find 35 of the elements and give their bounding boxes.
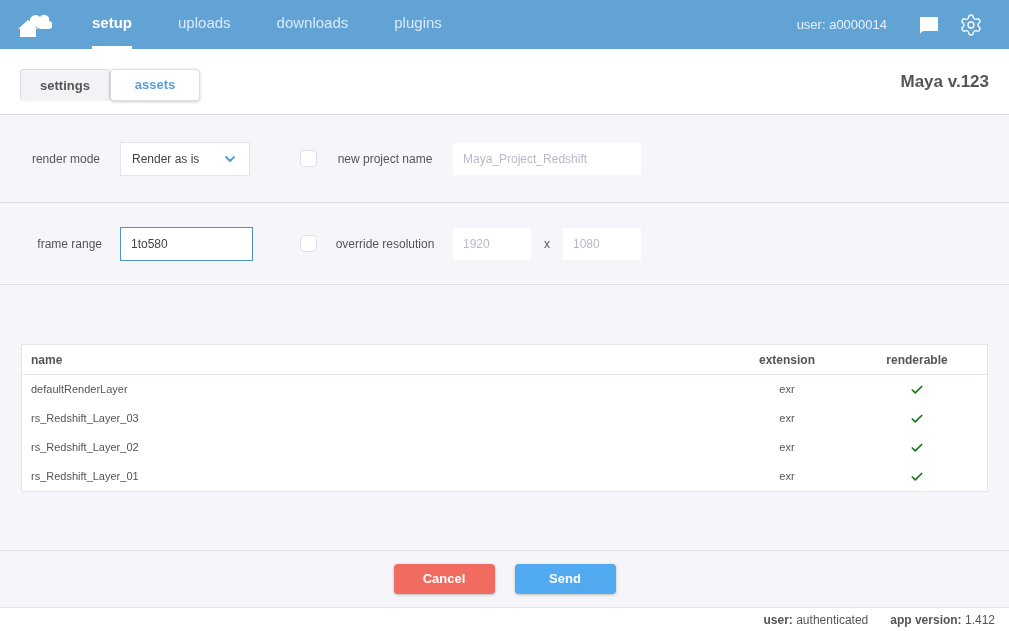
tab[interactable]: settings xyxy=(20,69,110,101)
table-cell-text: exr xyxy=(778,440,796,456)
settings-icon[interactable] xyxy=(959,12,983,37)
field-label: new project name xyxy=(336,150,434,168)
nav-tab[interactable]: uploads xyxy=(178,0,231,49)
cancel-button[interactable]: Cancel xyxy=(393,564,495,594)
column-header: extension xyxy=(758,351,816,369)
checkbox[interactable] xyxy=(300,150,317,167)
field-label: override resolution xyxy=(334,235,436,253)
app-title: Maya v.123 xyxy=(900,71,989,93)
table-cell-text: exr xyxy=(778,411,796,427)
column-header: renderable xyxy=(885,351,949,369)
height-field[interactable]: 1080 xyxy=(563,227,641,260)
table-cell-text: exr xyxy=(778,469,796,485)
nav-tab[interactable]: plugins xyxy=(394,0,442,49)
separator-label: x xyxy=(543,235,551,253)
nav-tab[interactable]: downloads xyxy=(276,0,349,49)
table-cell-text: exr xyxy=(778,382,796,398)
width-field[interactable]: 1920 xyxy=(453,227,531,260)
table-cell-text: defaultRenderLayer xyxy=(30,382,129,398)
render-mode-dropdown[interactable]: Render as is xyxy=(120,141,250,176)
field-label: render mode xyxy=(30,150,101,168)
send-button[interactable]: Send xyxy=(514,564,616,594)
field-label: frame range xyxy=(36,235,103,253)
status-text: user: authenticated xyxy=(763,611,869,629)
table-cell-text: rs_Redshift_Layer_01 xyxy=(30,469,140,485)
project-name-field[interactable]: Maya_Project_Redshift xyxy=(453,142,641,175)
column-header: name xyxy=(30,351,64,369)
user-label: user: a0000014 xyxy=(796,15,887,34)
table-cell-text: rs_Redshift_Layer_03 xyxy=(30,411,140,427)
frame-range-field[interactable]: 1to580 xyxy=(120,226,253,261)
status-text: app version: 1.412 xyxy=(890,611,995,629)
tab[interactable]: assets xyxy=(110,69,200,101)
checkbox[interactable] xyxy=(300,235,317,252)
table-cell-text: rs_Redshift_Layer_02 xyxy=(30,440,140,456)
